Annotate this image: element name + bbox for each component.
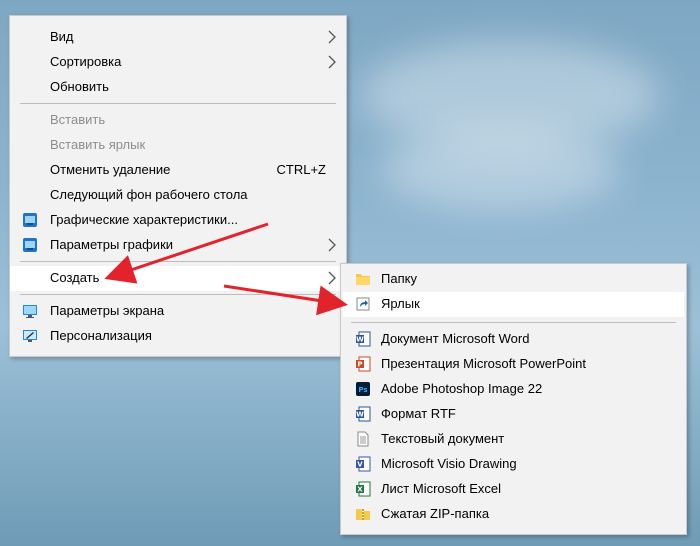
svg-text:V: V	[357, 461, 363, 469]
submenu-item-folder[interactable]: Папку	[341, 267, 686, 292]
menu-item-label: Следующий фон рабочего стола	[50, 187, 248, 202]
menu-separator	[20, 261, 336, 262]
submenu-item-word[interactable]: W Документ Microsoft Word	[341, 327, 686, 352]
menu-item-label: Сортировка	[50, 54, 122, 69]
shortcut-icon	[356, 297, 370, 311]
menu-item-label: Сжатая ZIP-папка	[381, 506, 490, 521]
chevron-right-icon	[328, 271, 336, 285]
submenu-item-photoshop[interactable]: Ps Adobe Photoshop Image 22	[341, 377, 686, 402]
svg-text:Ps: Ps	[358, 386, 367, 394]
photoshop-icon: Ps	[356, 382, 370, 396]
menu-item-label: Текстовый документ	[381, 431, 505, 446]
menu-item-label: Отменить удаление	[50, 162, 171, 177]
chevron-right-icon	[328, 30, 336, 44]
menu-item-label: Лист Microsoft Excel	[381, 481, 501, 496]
menu-item-label: Персонализация	[50, 328, 152, 343]
desktop-context-menu: Вид Сортировка Обновить Вставить Вставит…	[9, 15, 347, 357]
menu-separator	[351, 322, 676, 323]
svg-text:W: W	[356, 336, 364, 344]
menu-item-undo-delete[interactable]: Отменить удаление CTRL+Z	[10, 158, 346, 183]
menu-item-label: Формат RTF	[381, 406, 456, 421]
svg-text:P: P	[357, 361, 362, 369]
submenu-item-rtf[interactable]: W Формат RTF	[341, 402, 686, 427]
submenu-item-shortcut[interactable]: Ярлык	[343, 292, 684, 317]
visio-icon: V	[356, 456, 371, 472]
new-submenu: Папку Ярлык W Документ Microsoft Word P …	[340, 263, 687, 535]
submenu-item-visio[interactable]: V Microsoft Visio Drawing	[341, 452, 686, 477]
menu-separator	[20, 103, 336, 104]
menu-item-paste-shortcut[interactable]: Вставить ярлык	[10, 133, 346, 158]
rtf-icon: W	[356, 406, 371, 422]
text-document-icon	[357, 431, 369, 447]
submenu-item-powerpoint[interactable]: P Презентация Microsoft PowerPoint	[341, 352, 686, 377]
submenu-item-text-document[interactable]: Текстовый документ	[341, 427, 686, 452]
menu-item-display-settings[interactable]: Параметры экрана	[10, 299, 346, 324]
menu-item-personalization[interactable]: Персонализация	[10, 324, 346, 349]
menu-item-label: Вставить ярлык	[50, 137, 146, 152]
menu-item-label: Обновить	[50, 79, 109, 94]
menu-item-label: Adobe Photoshop Image 22	[381, 381, 543, 396]
menu-item-label: Папку	[381, 271, 417, 286]
menu-item-sort[interactable]: Сортировка	[10, 50, 346, 75]
menu-separator	[20, 294, 336, 295]
submenu-item-zip-folder[interactable]: Сжатая ZIP-папка	[341, 502, 686, 527]
chevron-right-icon	[328, 55, 336, 69]
menu-item-shortcut: CTRL+Z	[276, 162, 326, 177]
menu-item-label: Вставить	[50, 112, 106, 127]
menu-item-label: Ярлык	[381, 296, 420, 311]
menu-item-label: Документ Microsoft Word	[381, 331, 530, 346]
chevron-right-icon	[328, 238, 336, 252]
menu-item-next-background[interactable]: Следующий фон рабочего стола	[10, 183, 346, 208]
menu-item-label: Презентация Microsoft PowerPoint	[381, 356, 586, 371]
powerpoint-icon: P	[356, 356, 371, 372]
wallpaper-cloud	[380, 130, 620, 210]
personalize-icon	[23, 330, 37, 342]
menu-item-label: Параметры экрана	[50, 303, 165, 318]
menu-item-label: Параметры графики	[50, 237, 174, 252]
menu-item-view[interactable]: Вид	[10, 25, 346, 50]
svg-text:X: X	[357, 486, 363, 494]
intel-graphics-icon	[23, 213, 37, 227]
excel-icon: X	[356, 481, 371, 497]
menu-item-label: Microsoft Visio Drawing	[381, 456, 517, 471]
display-settings-icon	[23, 305, 37, 318]
menu-item-refresh[interactable]: Обновить	[10, 75, 346, 100]
menu-item-label: Создать	[50, 270, 100, 285]
menu-item-paste[interactable]: Вставить	[10, 108, 346, 133]
menu-item-graphics-options[interactable]: Параметры графики	[10, 233, 346, 258]
menu-item-new[interactable]: Создать	[10, 266, 346, 291]
menu-item-label: Вид	[50, 29, 74, 44]
submenu-item-excel[interactable]: X Лист Microsoft Excel	[341, 477, 686, 502]
menu-item-graphics-properties[interactable]: Графические характеристики...	[10, 208, 346, 233]
svg-text:W: W	[356, 411, 364, 419]
zip-folder-icon	[356, 509, 370, 520]
word-icon: W	[356, 331, 371, 347]
intel-graphics-icon	[23, 238, 37, 252]
folder-icon	[356, 274, 370, 285]
menu-item-label: Графические характеристики...	[50, 212, 238, 227]
